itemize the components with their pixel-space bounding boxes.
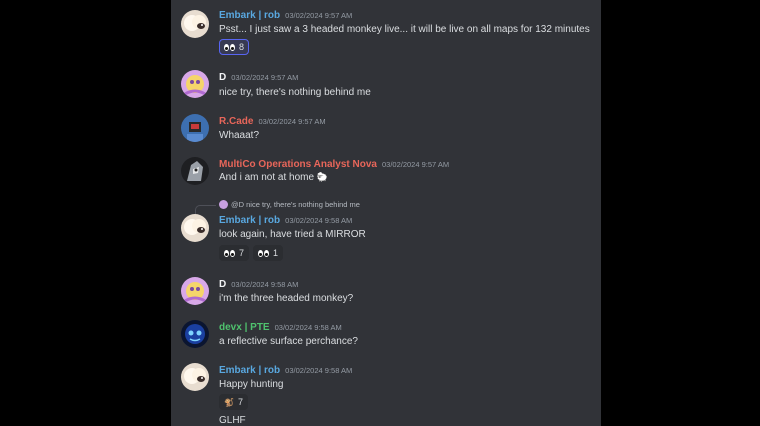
author-name[interactable]: MultiCo Operations Analyst Nova 03/02/202… (219, 159, 449, 170)
reaction-count: 1 (273, 248, 279, 258)
reaction-eyes-sideways[interactable]: 7 (219, 245, 250, 261)
avatar-d[interactable] (181, 70, 209, 98)
reaction-count: 7 (237, 397, 243, 407)
chat-messages: Embark | rob 03/02/2024 9:57 AM Psst... I… (171, 0, 601, 426)
timestamp: 03/02/2024 9:57 AM (285, 11, 353, 20)
timestamp: 03/02/2024 9:58 AM (231, 280, 299, 289)
author-name[interactable]: Embark | rob 03/02/2024 9:58 AM (219, 215, 352, 226)
author-name[interactable]: Embark | rob 03/02/2024 9:57 AM (219, 10, 352, 21)
author-name[interactable]: Embark | rob 03/02/2024 9:58 AM (219, 365, 352, 376)
author-name[interactable]: D 03/02/2024 9:58 AM (219, 279, 298, 290)
reactions: 7 1 (219, 245, 284, 261)
message-text: Whaaat? (219, 130, 260, 141)
reply-text: @D nice try, there's nothing behind me (231, 200, 360, 209)
reply-preview[interactable]: @D nice try, there's nothing behind me (219, 200, 360, 209)
reactions: 8 (219, 39, 250, 55)
message-text: Happy hunting (219, 379, 284, 390)
reactions: 🐒 7 (219, 394, 248, 410)
message-text: Psst... I just saw a 3 headed monkey liv… (219, 24, 590, 35)
timestamp: 03/02/2024 9:58 AM (285, 366, 353, 375)
eyes-icon (224, 43, 235, 51)
timestamp: 03/02/2024 9:58 AM (285, 216, 353, 225)
monkey-icon: 🐒 (224, 397, 234, 407)
timestamp: 03/02/2024 9:58 AM (274, 323, 342, 332)
eyes-sideways-icon (224, 249, 235, 257)
reaction-eyes[interactable]: 8 (219, 39, 250, 55)
reaction-eyes[interactable]: 1 (253, 245, 284, 261)
reply-connector (195, 205, 216, 214)
message-text: a reflective surface perchance? (219, 336, 358, 347)
avatar-sheep[interactable] (181, 214, 209, 242)
author-name[interactable]: R.Cade 03/02/2024 9:57 AM (219, 116, 326, 127)
message-text: nice try, there's nothing behind me (219, 87, 371, 98)
sheep-emoji-icon: 🐑 (316, 172, 329, 182)
author-name[interactable]: devx | PTE 03/02/2024 9:58 AM (219, 322, 342, 333)
reaction-count: 8 (239, 42, 245, 52)
author-name[interactable]: D 03/02/2024 9:57 AM (219, 72, 298, 83)
message-text: GLHF (219, 415, 246, 426)
timestamp: 03/02/2024 9:57 AM (258, 117, 326, 126)
reaction-monkey[interactable]: 🐒 7 (219, 394, 248, 410)
message-text: i'm the three headed monkey? (219, 293, 354, 304)
reaction-count: 7 (239, 248, 245, 258)
avatar-nova[interactable] (181, 157, 209, 185)
avatar-sheep[interactable] (181, 363, 209, 391)
message-text: look again, have tried a MIRROR (219, 229, 366, 240)
message-text: And i am not at home 🐑 (219, 172, 329, 183)
timestamp: 03/02/2024 9:57 AM (381, 160, 450, 169)
avatar-rcade[interactable] (181, 114, 209, 142)
avatar-devx[interactable] (181, 320, 209, 348)
timestamp: 03/02/2024 9:57 AM (231, 73, 299, 82)
avatar-sheep[interactable] (181, 10, 209, 38)
eyes-icon (258, 249, 270, 257)
reply-avatar (219, 200, 228, 209)
avatar-d[interactable] (181, 277, 209, 305)
